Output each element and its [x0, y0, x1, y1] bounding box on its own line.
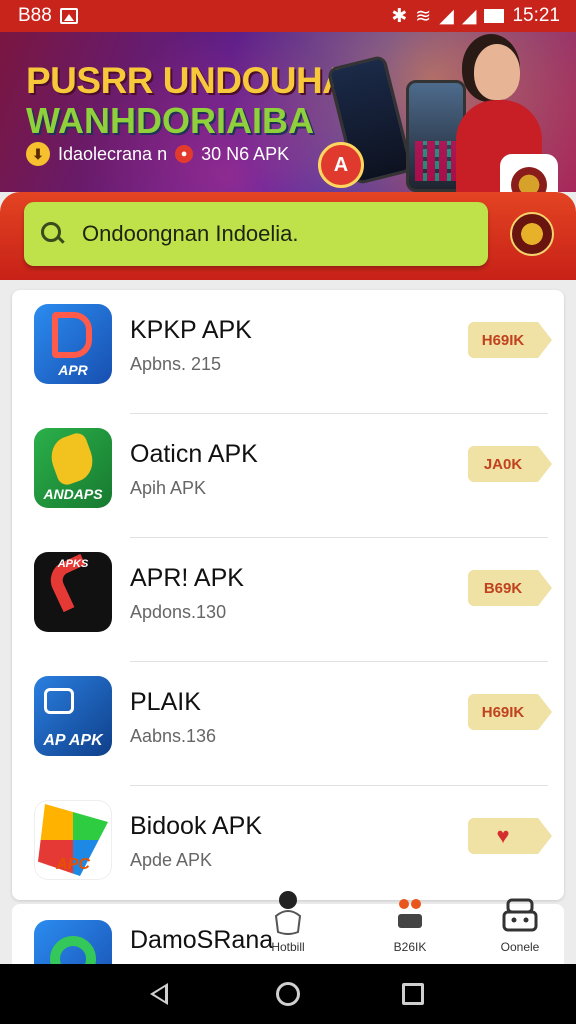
app-title: KPKP APK — [130, 316, 252, 344]
app-subtitle: Apdons.130 — [130, 602, 227, 622]
download-button[interactable]: H69IK — [468, 322, 552, 358]
app-icon: APKS — [34, 552, 112, 632]
status-bar: B88 ✱ ≋ ◢ ◢ 15:21 — [0, 0, 576, 32]
garuda-emblem-icon[interactable] — [510, 212, 554, 256]
tab-label: Hotbill — [271, 940, 305, 954]
banner-title-line2: WANHDORIAIBA — [26, 100, 314, 141]
list-item[interactable]: AP APK PLAIK Aabns.136 H69IK — [12, 662, 564, 786]
app-icon: ANDAPS — [34, 428, 112, 508]
promo-banner[interactable]: PUSRR UNDOUHAN WANHDORIAIBA ⬇ Idaolecran… — [0, 32, 576, 192]
app-title: Bidook APK — [130, 812, 263, 840]
app-icon: APR — [34, 304, 112, 384]
wifi-icon: ≋ — [415, 5, 432, 27]
tab-oonele[interactable]: Oonele — [480, 880, 560, 960]
bluetooth-icon: ✱ — [391, 5, 408, 27]
image-notification-icon — [59, 8, 78, 24]
dots-icon — [398, 899, 422, 928]
app-subtitle: Apih APK — [130, 478, 207, 498]
list-item[interactable]: APR KPKP APK Apbns. 215 H69IK — [12, 290, 564, 414]
navigation-bar — [0, 964, 576, 1024]
list-item[interactable]: ANDAPS Oaticn APK Apih APK JA0K — [12, 414, 564, 538]
search-input[interactable]: Ondoongnan Indoelia. — [24, 202, 488, 266]
tab-b26ik[interactable]: B26IK — [370, 880, 450, 960]
home-icon[interactable] — [276, 982, 300, 1006]
signal-icon-2: ◢ — [461, 5, 477, 27]
tab-label: B26IK — [393, 940, 427, 954]
tab-label: Oonele — [500, 940, 540, 954]
tab-hotbill[interactable]: Hotbill — [248, 880, 328, 960]
search-section: Ondoongnan Indoelia. — [0, 192, 576, 280]
download-button[interactable]: B69K — [468, 570, 552, 606]
coin-icon: ● — [175, 145, 194, 163]
app-title: PLAIK — [130, 688, 201, 716]
banner-title-line1: PUSRR UNDOUHAN — [26, 60, 375, 101]
app-title: APR! APK — [130, 564, 244, 592]
recent-apps-icon[interactable] — [402, 983, 424, 1005]
app-icon: APC — [34, 800, 112, 880]
search-icon — [40, 221, 66, 247]
download-button[interactable]: ♥ — [468, 818, 552, 854]
banner-subtitle: ⬇ Idaolecrana n ● 30 N6 APK — [26, 142, 289, 166]
hand-icon — [274, 891, 302, 935]
app-badge-icon: A — [318, 142, 364, 188]
app-list: APR KPKP APK Apbns. 215 H69IK ANDAPS Oat… — [12, 290, 564, 900]
app-subtitle: Apbns. 215 — [130, 354, 222, 374]
status-left-text: B88 — [18, 5, 52, 26]
download-button[interactable]: JA0K — [468, 446, 552, 482]
app-title: Oaticn APK — [130, 440, 258, 468]
garuda-emblem-icon — [500, 154, 558, 192]
signal-icon: ◢ — [439, 5, 454, 27]
download-button[interactable]: H69IK — [468, 694, 552, 730]
status-time: 15:21 — [512, 5, 560, 26]
app-subtitle: Aabns.136 — [130, 726, 217, 746]
download-badge-icon: ⬇ — [26, 142, 50, 166]
search-query-text: Ondoongnan Indoelia. — [82, 221, 299, 246]
app-icon: AP APK — [34, 676, 112, 756]
app-subtitle: Apde APK — [130, 850, 213, 870]
banner-subtitle-suffix: 30 N6 APK — [201, 143, 290, 164]
banner-subtitle-prefix: Idaolecrana n — [58, 143, 168, 164]
heart-basket-icon: ♥ — [496, 823, 510, 848]
battery-icon — [484, 9, 505, 23]
back-icon[interactable] — [150, 983, 168, 1005]
list-item[interactable]: APKS APR! APK Apdons.130 B69K — [12, 538, 564, 662]
robot-icon — [502, 898, 538, 932]
